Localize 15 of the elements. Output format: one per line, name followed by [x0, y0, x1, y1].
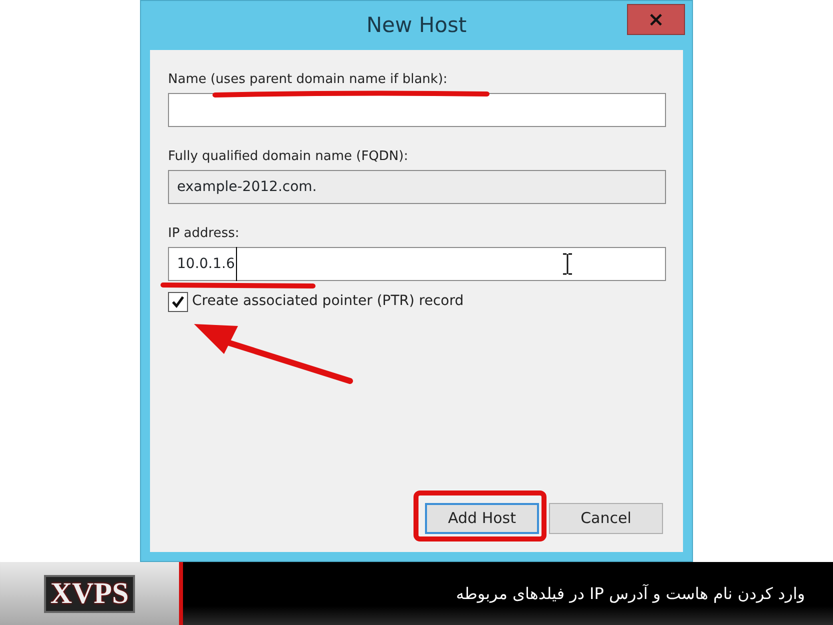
- text-cursor-icon: [563, 253, 572, 275]
- add-host-button[interactable]: Add Host: [425, 503, 539, 534]
- cancel-button[interactable]: Cancel: [549, 503, 663, 534]
- window-title: New Host: [366, 12, 467, 39]
- checkbox[interactable]: [168, 292, 188, 312]
- field-label: IP address:: [168, 226, 240, 242]
- input-field[interactable]: [168, 93, 666, 127]
- logo: XVPS: [44, 574, 135, 612]
- check-icon: [171, 294, 185, 308]
- checkbox-label: Create associated pointer (PTR) record: [192, 292, 464, 311]
- close-button[interactable]: ×: [627, 4, 685, 35]
- input-field[interactable]: 10.0.1.6: [168, 247, 666, 281]
- field-label: Fully qualified domain name (FQDN):: [168, 149, 408, 165]
- field-label: Name (uses parent domain name if blank):: [168, 72, 448, 88]
- caption-text: وارد کردن نام هاست و آدرس IP در فیلدهای مربوطه: [456, 582, 805, 605]
